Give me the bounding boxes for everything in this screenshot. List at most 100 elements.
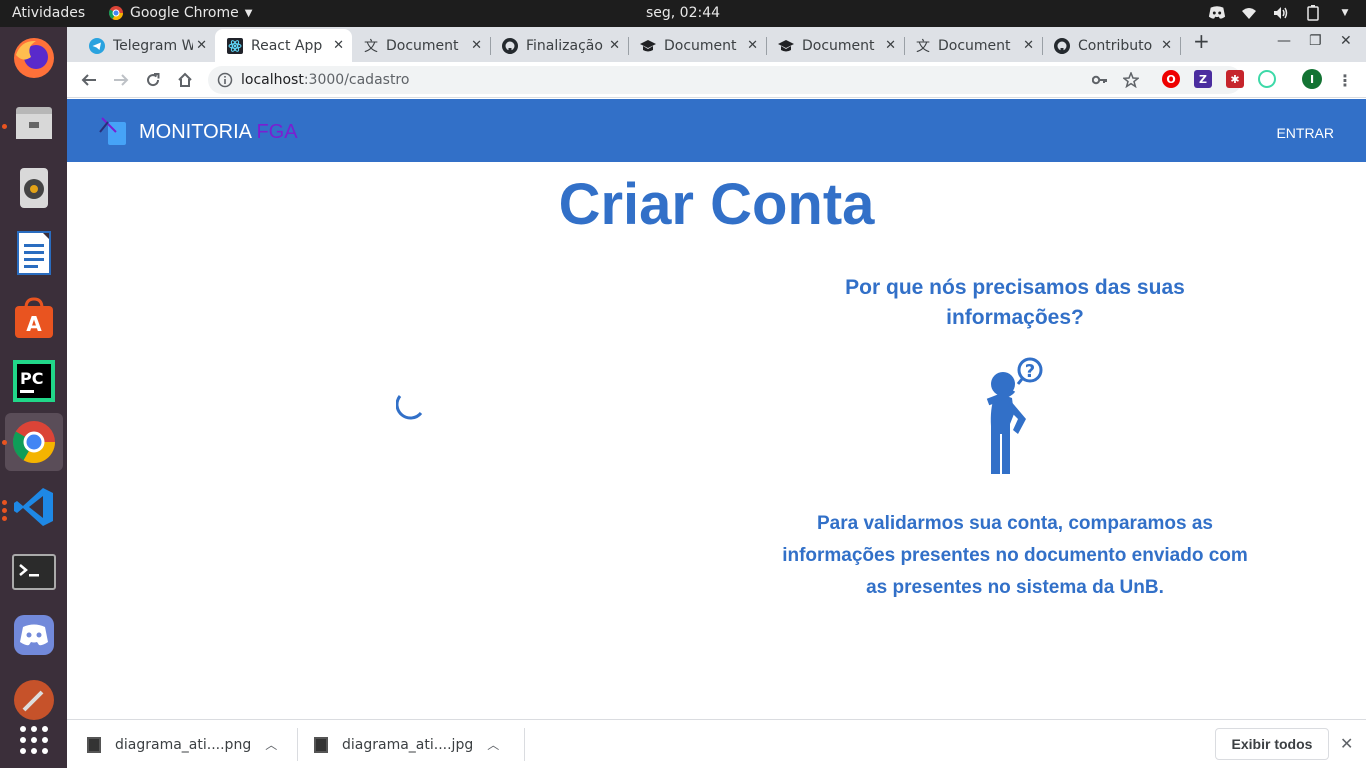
discord-tray-icon[interactable] <box>1208 4 1226 22</box>
dock-discord[interactable] <box>5 606 63 664</box>
book-logo-icon[interactable] <box>98 116 128 146</box>
tab-document-1[interactable]: 文 Document ✕ <box>352 29 490 62</box>
close-window-button[interactable]: ✕ <box>1340 33 1352 49</box>
forward-button[interactable] <box>110 69 132 91</box>
system-tray[interactable]: ▼ <box>1208 4 1354 22</box>
address-bar[interactable]: localhost:3000/cadastro <box>208 66 1242 94</box>
dock-rhythmbox[interactable] <box>5 159 63 217</box>
close-icon[interactable]: ✕ <box>885 38 896 53</box>
dock-software[interactable]: A <box>5 289 63 347</box>
tab-document-2[interactable]: Document ✕ <box>628 29 766 62</box>
page-title: Criar Conta <box>558 172 875 237</box>
star-icon[interactable] <box>1123 72 1139 88</box>
tab-strip: Telegram W ✕ React App ✕ 文 Document ✕ Fi… <box>67 27 1366 62</box>
loading-spinner-icon <box>396 395 423 420</box>
dock-terminal[interactable] <box>5 543 63 601</box>
tab-finalizacao[interactable]: Finalização ✕ <box>490 29 628 62</box>
brand-title[interactable]: MONITORIA FGA <box>139 121 298 144</box>
arrow-right-icon <box>114 74 129 86</box>
ubuntu-dock: A PC <box>0 27 67 768</box>
profile-avatar[interactable]: I <box>1302 69 1322 89</box>
tab-document-4[interactable]: 文 Document ✕ <box>904 29 1042 62</box>
tab-document-3[interactable]: Document ✕ <box>766 29 904 62</box>
red-extension-icon[interactable]: ✱ <box>1226 70 1244 88</box>
show-applications-button[interactable] <box>5 711 63 768</box>
download-filename: diagrama_ati....png <box>115 736 252 753</box>
show-all-downloads-button[interactable]: Exibir todos <box>1215 728 1329 760</box>
login-link[interactable]: ENTRAR <box>1276 125 1334 141</box>
tab-title: React App <box>251 37 323 54</box>
browser-toolbar: localhost:3000/cadastro O Z ✱ I ⋮ <box>67 62 1366 98</box>
system-top-bar: Atividades Google Chrome ▼ seg, 02:44 ▼ <box>0 0 1366 27</box>
chrome-window: Telegram W ✕ React App ✕ 文 Document ✕ Fi… <box>67 27 1366 768</box>
dock-files[interactable] <box>5 94 63 152</box>
files-icon <box>16 107 52 139</box>
clock[interactable]: seg, 02:44 <box>646 5 720 21</box>
image-file-icon <box>314 736 328 753</box>
app-navbar: MONITORIA FGA ENTRAR <box>67 99 1366 162</box>
translate-icon: 文 <box>364 38 378 55</box>
download-filename: diagrama_ati....jpg <box>342 736 474 753</box>
github-icon <box>502 37 518 54</box>
info-icon[interactable] <box>217 72 233 88</box>
tab-telegram[interactable]: Telegram W ✕ <box>77 29 215 62</box>
tab-title: Finalização <box>526 37 603 54</box>
close-icon[interactable]: ✕ <box>747 38 758 53</box>
close-icon[interactable]: ✕ <box>1023 38 1034 53</box>
arrow-left-icon <box>81 74 96 86</box>
minimize-button[interactable]: — <box>1277 33 1291 49</box>
back-button[interactable] <box>78 69 100 91</box>
page-viewport: MONITORIA FGA ENTRAR Criar Conta Por que… <box>67 99 1366 719</box>
chrome-icon <box>12 421 56 464</box>
dock-vscode[interactable] <box>5 478 63 536</box>
key-icon[interactable] <box>1092 73 1108 87</box>
close-icon[interactable]: ✕ <box>1161 38 1172 53</box>
close-icon[interactable]: ✕ <box>333 38 344 53</box>
dock-chrome[interactable] <box>5 413 63 471</box>
download-item[interactable]: diagrama_ati....jpg ︿ <box>314 720 499 768</box>
downloads-bar: diagrama_ati....png ︿ diagrama_ati....jp… <box>67 719 1366 768</box>
close-icon[interactable]: ✕ <box>471 38 482 53</box>
close-icon[interactable]: ✕ <box>609 38 620 53</box>
app-menu[interactable]: Google Chrome ▼ <box>108 5 252 21</box>
tab-react-app[interactable]: React App ✕ <box>215 29 352 62</box>
terminal-icon <box>12 554 56 590</box>
chevron-up-icon[interactable]: ︿ <box>265 736 277 753</box>
zotero-extension-icon[interactable]: Z <box>1194 70 1212 88</box>
reload-button[interactable] <box>142 69 164 91</box>
opera-extension-icon[interactable]: O <box>1162 70 1180 88</box>
svg-text:A: A <box>26 312 42 336</box>
battery-icon[interactable] <box>1304 4 1322 22</box>
github-icon <box>1054 37 1070 54</box>
new-tab-button[interactable]: + <box>1193 29 1210 53</box>
home-button[interactable] <box>174 69 196 91</box>
graduation-cap-icon <box>778 39 794 51</box>
image-file-icon <box>87 736 101 753</box>
chrome-menu-icon[interactable]: ⋮ <box>1334 69 1356 91</box>
system-menu-chevron-icon[interactable]: ▼ <box>1336 4 1354 22</box>
brand-accent: FGA <box>256 121 298 143</box>
chevron-down-icon: ▼ <box>244 7 253 19</box>
reload-icon <box>147 73 160 87</box>
dock-pycharm[interactable]: PC <box>5 352 63 410</box>
download-item[interactable]: diagrama_ati....png ︿ <box>87 720 277 768</box>
dock-firefox[interactable] <box>5 29 63 87</box>
writer-icon <box>17 231 51 275</box>
close-icon[interactable]: ✕ <box>196 38 207 53</box>
graduation-cap-icon <box>640 39 656 51</box>
activities-button[interactable]: Atividades <box>12 5 85 21</box>
telegram-icon <box>89 37 105 54</box>
vscode-icon <box>14 488 53 526</box>
maximize-button[interactable]: ❐ <box>1309 33 1322 49</box>
tab-contributors[interactable]: Contributo ✕ <box>1042 29 1180 62</box>
url-text[interactable]: localhost:3000/cadastro <box>241 72 409 88</box>
tab-title: Document <box>938 37 1011 54</box>
chevron-up-icon[interactable]: ︿ <box>487 736 499 753</box>
dock-writer[interactable] <box>5 224 63 282</box>
tab-title: Contributo <box>1078 37 1153 54</box>
close-icon[interactable]: ✕ <box>1340 734 1353 753</box>
tab-title: Document <box>386 37 459 54</box>
green-extension-icon[interactable] <box>1258 70 1276 88</box>
volume-icon[interactable] <box>1272 4 1290 22</box>
wifi-icon[interactable] <box>1240 4 1258 22</box>
